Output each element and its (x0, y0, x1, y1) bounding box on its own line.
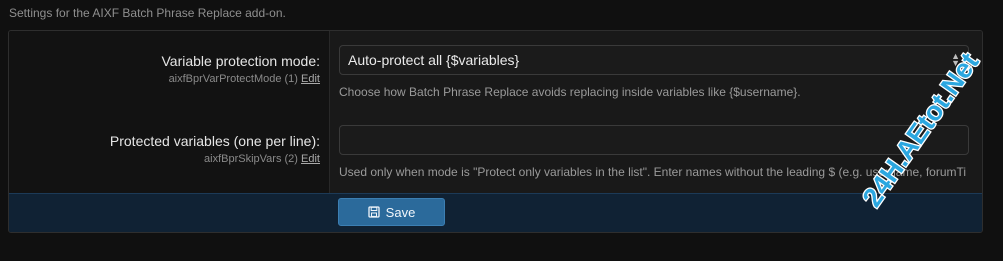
page-description: Settings for the AIXF Batch Phrase Repla… (9, 6, 286, 20)
protected-variables-input[interactable] (339, 125, 969, 155)
selected-value: Auto-protect all {$variables} (348, 52, 520, 68)
edit-link[interactable]: Edit (301, 153, 320, 165)
save-button[interactable]: Save (338, 198, 445, 226)
form-footer: Save (9, 193, 982, 232)
variable-protection-mode-hint: Choose how Batch Phrase Replace avoids r… (339, 85, 801, 99)
variable-protection-mode-meta: aixfBprVarProtectMode (1) Edit (169, 73, 320, 85)
option-id: aixfBprVarProtectMode (1) (168, 73, 298, 85)
floppy-disk-icon (368, 206, 380, 218)
edit-link[interactable]: Edit (301, 73, 320, 85)
select-arrows-icon: ▲ ▼ (951, 51, 960, 68)
option-id: aixfBprSkipVars (2) (204, 153, 298, 165)
protected-variables-meta: aixfBprSkipVars (2) Edit (204, 153, 320, 165)
variable-protection-mode-select[interactable]: Auto-protect all {$variables} ▲ ▼ (339, 45, 969, 75)
variable-protection-mode-label: Variable protection mode: (161, 53, 321, 69)
protected-variables-hint: Used only when mode is "Protect only var… (339, 165, 967, 179)
protected-variables-label: Protected variables (one per line): (109, 133, 320, 149)
settings-panel: Variable protection mode: aixfBprVarProt… (8, 30, 983, 233)
save-button-label: Save (385, 204, 416, 220)
